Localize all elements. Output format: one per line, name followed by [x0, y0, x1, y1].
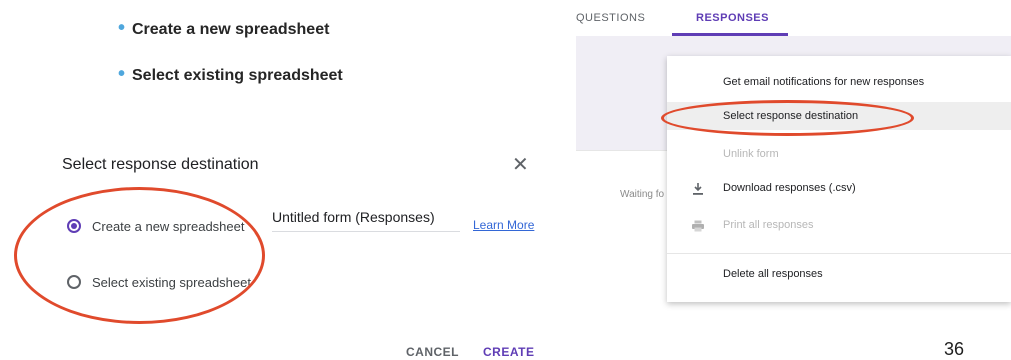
highlight-ellipse-options [14, 187, 265, 324]
menu-item-download-csv[interactable]: Download responses (.csv) [723, 182, 856, 194]
menu-divider [667, 253, 1011, 254]
tab-questions[interactable]: QUESTIONS [576, 12, 645, 24]
download-icon [693, 183, 703, 195]
menu-item-email-notifications[interactable]: Get email notifications for new response… [723, 76, 924, 88]
menu-item-print-responses: Print all responses [723, 219, 814, 231]
highlight-ellipse-destination [661, 100, 914, 136]
print-icon [692, 220, 704, 232]
bullet-dot: • [118, 17, 126, 39]
learn-more-link[interactable]: Learn More [473, 218, 534, 232]
active-tab-indicator [672, 33, 788, 36]
bullet-dot: • [118, 63, 126, 85]
close-icon[interactable]: ✕ [512, 152, 529, 177]
menu-item-unlink-form: Unlink form [723, 148, 779, 160]
menu-item-delete-responses[interactable]: Delete all responses [723, 268, 823, 280]
bullet-text: Create a new spreadsheet [132, 21, 330, 38]
waiting-text: Waiting fo [620, 189, 665, 200]
tab-responses[interactable]: RESPONSES [696, 12, 769, 24]
responses-more-menu: Get email notifications for new response… [667, 56, 1011, 302]
bullet-text: Select existing spreadsheet [132, 67, 343, 84]
spreadsheet-name-input[interactable]: Untitled form (Responses) [272, 209, 460, 232]
bullet-item: • Select existing spreadsheet [118, 63, 343, 85]
dialog-title: Select response destination [62, 156, 259, 173]
bullet-item: • Create a new spreadsheet [118, 17, 330, 39]
